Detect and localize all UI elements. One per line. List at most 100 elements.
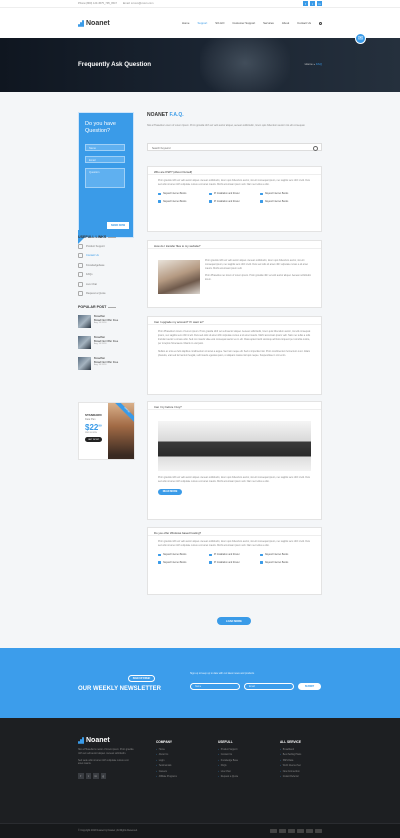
footer-link[interactable]: Testimonials (156, 765, 177, 767)
footer-about-text: Nisi a Phasellus's nestor of lorem ipsum… (78, 749, 134, 755)
faq-description: Nisi a Phasellus Lorem of Lorem Ipsum. P… (147, 124, 306, 127)
page-title: Frequently Ask Question (78, 61, 152, 68)
link-contact-us[interactable]: Contact Us (78, 253, 134, 258)
post-item[interactable]: BroadNet Broad Net Offer Free Aug 16 2016 (78, 336, 134, 349)
promo-period: PER MONTH (85, 432, 97, 434)
nav-customer-support[interactable]: Customer Support (232, 21, 255, 25)
breadcrumb-home[interactable]: Home (305, 62, 313, 66)
mail-icon[interactable]: ✉ (355, 33, 366, 44)
sign-up-button[interactable]: SIGN UP FREE! (128, 675, 155, 682)
nav-about[interactable]: About (282, 21, 289, 25)
footer-link[interactable]: SMS Data (280, 760, 301, 762)
footer-link[interactable]: Home (156, 749, 177, 751)
link-knowledgebase[interactable]: Knowledgebase (78, 263, 134, 268)
faq-item: Who are KSP? (About Ourself) Proin gravi… (147, 166, 322, 232)
mastercard-icon (279, 829, 286, 833)
feature-item: Nayand Internet Books (260, 554, 311, 557)
visa-icon (270, 829, 277, 833)
twitter-icon[interactable]: t (85, 773, 91, 779)
logo[interactable]: Noanet (78, 19, 110, 27)
feature-item: Nayand Internet Books (158, 561, 209, 564)
search-input[interactable]: Search Keyword (147, 143, 322, 152)
nav-soho[interactable]: SO-HO (215, 21, 224, 25)
feature-item: Nayand Internet Books (260, 561, 311, 564)
faq-question[interactable]: How do I transfer files to my website? (148, 241, 321, 249)
faq-question[interactable]: Who are KSP? (About Ourself) (148, 167, 321, 175)
post-item[interactable]: BroadNet Broad Net Offer Free Aug 16 2016 (78, 357, 134, 370)
footer-link[interactable]: Product Support (218, 749, 238, 751)
popular-post-title: POPULAR POST (78, 305, 134, 309)
footer-link[interactable]: FAQs (218, 765, 238, 767)
nav-contact[interactable]: Contact Us (297, 21, 311, 25)
footer-link[interactable]: Login (156, 760, 177, 762)
faq-item: Can I upgrade my account? If I want to? … (147, 316, 322, 395)
card-icon (315, 829, 322, 833)
footer-link[interactable]: Careers (156, 771, 177, 773)
phone-info: Phone:(800) 123-4575_795_9547 (78, 2, 117, 5)
feature-item: Nayand Internet Books (158, 554, 209, 557)
promo-banner[interactable]: SPECIAL STANDARD Data Plan $2299 PER MON… (78, 402, 135, 460)
page-banner (0, 38, 400, 92)
footer-logo[interactable]: Noanet (78, 737, 134, 744)
faq-question[interactable]: Do you offer Windows based hosting? (148, 528, 321, 536)
question-box: Do you have Question? Name Email Question… (78, 112, 134, 244)
footer-link[interactable]: Live Chat (218, 771, 238, 773)
newsletter-text: Sign-up to keep up to date with our late… (190, 672, 255, 675)
nav-services[interactable]: Services (263, 21, 274, 25)
email-info[interactable]: Email: xxxxxx@xxxxx.com (123, 2, 153, 5)
linkedin-icon[interactable]: in (317, 1, 322, 6)
google-plus-icon[interactable]: g (100, 773, 106, 779)
link-request-quote[interactable]: Request a Quote (78, 291, 134, 296)
footer-link[interactable]: Broadband (280, 749, 301, 751)
faq-item: Can I try before I buy? Proin gravida ni… (147, 401, 322, 520)
search-icon[interactable] (319, 21, 322, 25)
email-field[interactable]: Email (85, 156, 125, 163)
footer-link[interactable]: Instant Referral (280, 776, 301, 778)
promo-subtitle: Data Plan (85, 418, 96, 421)
footer-col-title: COMPANY (156, 740, 173, 744)
promo-price: $22 (85, 423, 99, 432)
link-live-chat[interactable]: Live Chat (78, 282, 134, 287)
footer-link[interactable]: Knowledge Base (218, 760, 238, 762)
footer-link[interactable]: Wi-Fi Internet Set (280, 765, 301, 767)
footer-link[interactable]: Best Selling Plans (280, 754, 302, 756)
facebook-icon[interactable]: f (303, 1, 308, 6)
faq-item: Do you offer Windows based hosting? Proi… (147, 527, 322, 595)
footer-link[interactable]: About Us (156, 754, 177, 756)
read-more-button[interactable]: READ MORE (158, 488, 182, 495)
logo-icon (78, 19, 84, 27)
submit-button[interactable]: SUBMIT (298, 683, 321, 690)
footer-company: COMPANY Home About Us Login Testimonials… (156, 740, 177, 781)
copyright-text: © Copyright 2016 Noanet by Noanet | All … (78, 830, 138, 832)
nav-home[interactable]: Home (182, 21, 189, 25)
feature-item: Nayand Internet Books (260, 200, 311, 203)
footer-link[interactable]: Affiliate Programs (156, 776, 177, 778)
footer-usefull: USEFULL Product Support Contact Us Knowl… (218, 740, 238, 781)
footer-link[interactable]: New Connection (280, 771, 301, 773)
facebook-icon[interactable]: f (78, 773, 84, 779)
useful-links: USEFULL LINKS Product Support Contact Us… (78, 235, 134, 300)
paypal-icon (288, 829, 295, 833)
link-faqs[interactable]: FAQs (78, 272, 134, 277)
post-item[interactable]: BroadNet Broad Net Offer Free Aug 16 2016 (78, 315, 134, 328)
footer-link[interactable]: Request a Quote (218, 776, 238, 778)
newsletter-email-input[interactable]: Email (244, 683, 294, 690)
linkedin-icon[interactable]: in (93, 773, 99, 779)
footer-services: ALL SERVICE Broadband Best Selling Plans… (280, 740, 301, 781)
feature-item: IP Installation and Router (209, 561, 260, 564)
get-now-button[interactable]: GET NOW! (85, 437, 102, 442)
question-field[interactable]: Question (85, 168, 125, 188)
load-more-button[interactable]: LOAD MORE (217, 617, 251, 625)
footer-link[interactable]: Contact Us (218, 754, 238, 756)
main-nav: Home Support SO-HO Customer Support Serv… (182, 21, 322, 25)
popular-posts: POPULAR POST BroadNet Broad Net Offer Fre… (78, 305, 134, 378)
name-field[interactable]: Name (85, 144, 125, 151)
nav-support[interactable]: Support (197, 21, 207, 25)
twitter-icon[interactable]: t (310, 1, 315, 6)
newsletter-name-input[interactable]: Name (190, 683, 240, 690)
faq-question[interactable]: Can I upgrade my account? If I want to? (148, 317, 321, 325)
send-now-button[interactable]: SEND NOW (107, 222, 129, 229)
feature-item: IP Installation and Router (209, 200, 260, 203)
faq-question[interactable]: Can I try before I buy? (148, 402, 321, 410)
link-product-support[interactable]: Product Support (78, 244, 134, 249)
